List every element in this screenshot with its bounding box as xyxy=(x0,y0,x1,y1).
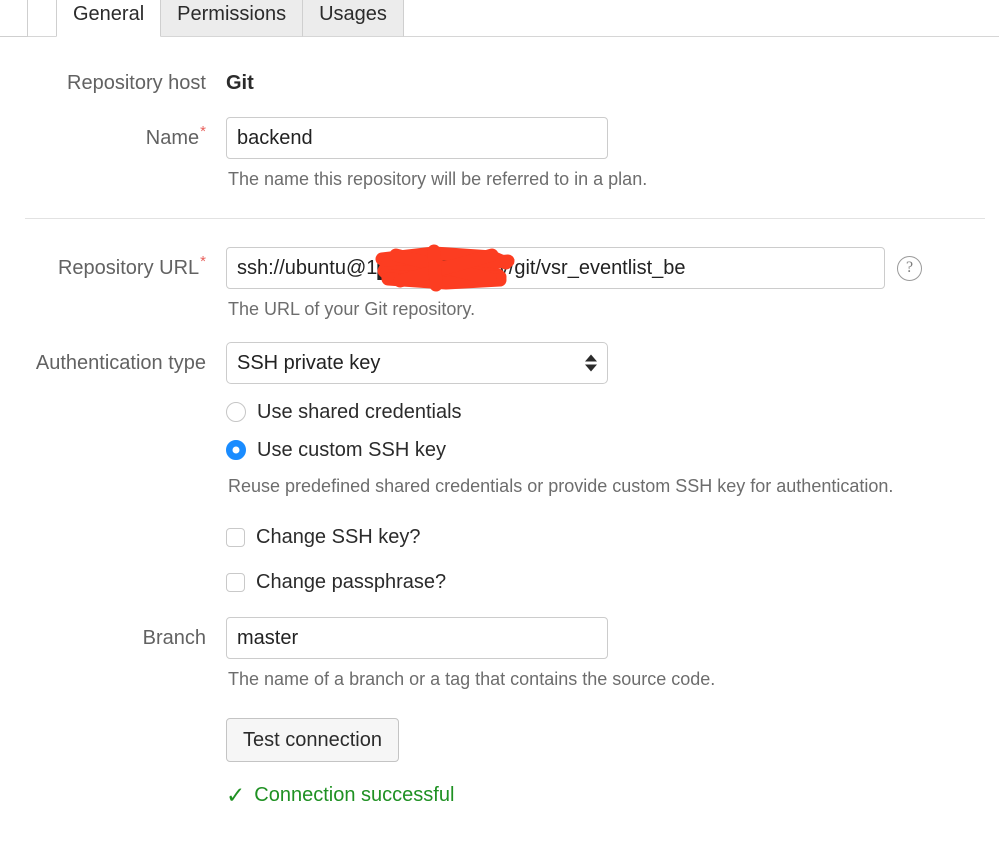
radio-use-shared-credentials-label: Use shared credentials xyxy=(257,400,462,423)
connection-status: ✓ Connection successful xyxy=(226,784,999,807)
tab-usages-label: Usages xyxy=(319,3,387,25)
repository-url-required-marker: * xyxy=(200,253,206,271)
tab-list: General Permissions Usages xyxy=(56,0,404,37)
radio-use-custom-ssh-key-label: Use custom SSH key xyxy=(257,438,446,461)
row-repository-url: Repository URL* ssh://ubuntu@1███████/sr… xyxy=(0,244,999,320)
repository-host-value: Git xyxy=(226,72,254,94)
test-connection-button[interactable]: Test connection xyxy=(226,718,399,762)
authentication-type-select-wrap: SSH private key xyxy=(226,342,608,384)
checkbox-unchecked-icon xyxy=(226,527,245,547)
repository-host-label: Repository host xyxy=(67,72,206,94)
repository-url-label-text: Repository URL xyxy=(57,257,200,279)
check-mark-icon: ✓ xyxy=(226,782,246,808)
branch-input[interactable] xyxy=(226,617,608,659)
branch-label: Branch xyxy=(142,627,206,649)
row-branch: Branch The name of a branch or a tag tha… xyxy=(0,617,999,690)
radio-selected-icon xyxy=(226,440,246,460)
repository-general-form: Repository host Git Name* The name this … xyxy=(0,71,999,807)
repository-url-input-holder xyxy=(226,244,885,292)
name-required-marker: * xyxy=(200,123,206,141)
repository-url-input[interactable] xyxy=(226,247,885,289)
tab-usages[interactable]: Usages xyxy=(302,0,404,37)
checkbox-unchecked-icon xyxy=(226,572,245,592)
section-divider xyxy=(25,218,985,219)
row-repository-host: Repository host Git xyxy=(0,71,999,95)
tab-bar: General Permissions Usages xyxy=(0,0,999,37)
tab-general[interactable]: General xyxy=(56,0,162,37)
checkbox-change-ssh-key[interactable]: Change SSH key? xyxy=(226,520,999,554)
name-label: Name* xyxy=(0,117,226,150)
tab-permissions-label: Permissions xyxy=(177,3,287,25)
radio-use-shared-credentials[interactable]: Use shared credentials xyxy=(226,395,999,429)
radio-unselected-icon xyxy=(226,402,246,422)
repository-url-label: Repository URL* xyxy=(0,247,226,280)
name-input[interactable] xyxy=(226,117,608,159)
credential-mode-help-text: Reuse predefined shared credentials or p… xyxy=(228,476,894,496)
row-name: Name* The name this repository will be r… xyxy=(0,117,999,190)
repository-url-help-text: The URL of your Git repository. xyxy=(228,299,476,319)
tab-general-label: General xyxy=(73,3,145,25)
repository-url-field-wrap: ? xyxy=(226,244,999,292)
name-label-text: Name xyxy=(145,127,200,149)
row-test-connection: Test connection xyxy=(0,718,999,762)
row-authentication-type: Authentication type SSH private key Use … xyxy=(0,342,999,599)
authentication-type-label: Authentication type xyxy=(35,352,206,374)
branch-help-text: The name of a branch or a tag that conta… xyxy=(228,669,716,689)
question-mark-circle-icon[interactable]: ? xyxy=(897,255,922,281)
radio-use-custom-ssh-key[interactable]: Use custom SSH key xyxy=(226,433,999,467)
row-connection-status: ✓ Connection successful xyxy=(0,784,999,807)
authentication-type-select[interactable]: SSH private key xyxy=(226,342,608,384)
checkbox-change-ssh-key-label: Change SSH key? xyxy=(256,525,421,548)
name-help-text: The name this repository will be referre… xyxy=(228,169,648,189)
checkbox-change-passphrase-label: Change passphrase? xyxy=(256,570,447,593)
tab-permissions[interactable]: Permissions xyxy=(160,0,304,37)
checkbox-change-passphrase[interactable]: Change passphrase? xyxy=(226,565,999,599)
tab-partial-left[interactable] xyxy=(0,0,28,37)
connection-status-text: Connection successful xyxy=(254,784,455,806)
